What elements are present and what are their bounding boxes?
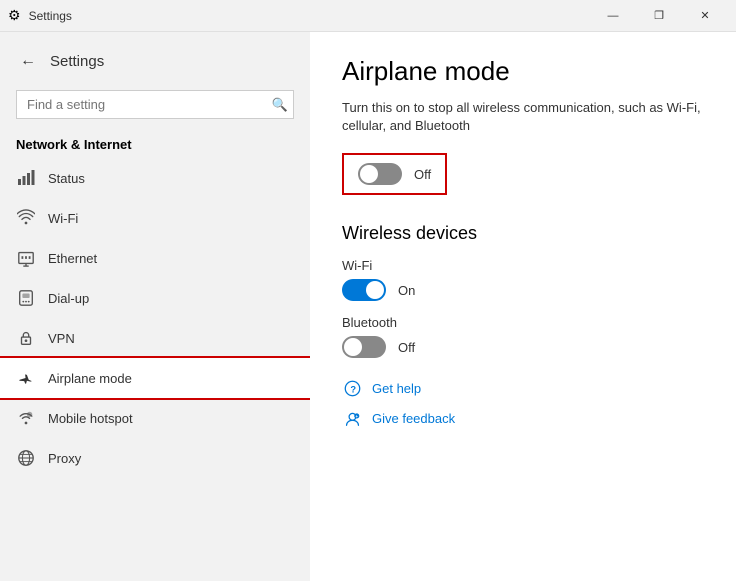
- dialup-label: Dial-up: [48, 291, 89, 306]
- main-content: Airplane mode Turn this on to stop all w…: [310, 32, 736, 581]
- sidebar-item-proxy[interactable]: Proxy: [0, 438, 310, 478]
- wifi-device-label: Wi-Fi: [342, 258, 704, 273]
- airplane-mode-toggle[interactable]: [358, 163, 402, 185]
- wifi-toggle-label: On: [398, 283, 415, 298]
- wifi-label: Wi-Fi: [48, 211, 78, 226]
- airplane-toggle-container: Off: [342, 153, 447, 195]
- sidebar-item-wifi[interactable]: Wi-Fi: [0, 198, 310, 238]
- give-feedback-label: Give feedback: [372, 411, 455, 426]
- airplane-toggle-label: Off: [414, 167, 431, 182]
- get-help-link[interactable]: ? Get help: [342, 378, 704, 398]
- minimize-button[interactable]: —: [590, 0, 636, 32]
- airplane-icon: [16, 368, 36, 388]
- sidebar-item-status[interactable]: Status: [0, 158, 310, 198]
- vpn-icon: [16, 328, 36, 348]
- proxy-label: Proxy: [48, 451, 81, 466]
- title-bar-title: Settings: [29, 9, 72, 23]
- ethernet-label: Ethernet: [48, 251, 97, 266]
- page-description: Turn this on to stop all wireless commun…: [342, 99, 704, 135]
- title-bar: ⚙ Settings — ❐ ✕: [0, 0, 736, 32]
- proxy-icon: [16, 448, 36, 468]
- bluetooth-device-toggle-row: Off: [342, 336, 704, 358]
- close-button[interactable]: ✕: [682, 0, 728, 32]
- bluetooth-toggle[interactable]: [342, 336, 386, 358]
- get-help-icon: ?: [342, 378, 362, 398]
- help-section: ? Get help + Give feedback: [342, 378, 704, 428]
- search-input[interactable]: [16, 90, 294, 119]
- search-icon: 🔍: [272, 97, 288, 112]
- search-container: 🔍: [16, 90, 294, 119]
- sidebar: ← Settings 🔍 Network & Internet Status: [0, 32, 310, 581]
- status-icon: [16, 168, 36, 188]
- search-icon-button[interactable]: 🔍: [272, 97, 288, 113]
- airplane-label: Airplane mode: [48, 371, 132, 386]
- hotspot-label: Mobile hotspot: [48, 411, 133, 426]
- sidebar-item-dialup[interactable]: Dial-up: [0, 278, 310, 318]
- ethernet-icon: [16, 248, 36, 268]
- wifi-device-toggle-row: On: [342, 279, 704, 301]
- get-help-label: Get help: [372, 381, 421, 396]
- wireless-section: Wireless devices Wi-Fi On Bluetooth Off: [342, 223, 704, 358]
- back-button[interactable]: ←: [16, 48, 40, 74]
- bluetooth-toggle-label: Off: [398, 340, 415, 355]
- dialup-icon: [16, 288, 36, 308]
- settings-icon: ⚙: [8, 7, 21, 24]
- bluetooth-device-label: Bluetooth: [342, 315, 704, 330]
- app-content: ← Settings 🔍 Network & Internet Status: [0, 32, 736, 581]
- sidebar-header: ← Settings: [0, 32, 310, 82]
- maximize-button[interactable]: ❐: [636, 0, 682, 32]
- wireless-section-title: Wireless devices: [342, 223, 704, 244]
- sidebar-section-label: Network & Internet: [0, 131, 310, 158]
- sidebar-item-vpn[interactable]: VPN: [0, 318, 310, 358]
- hotspot-icon: [16, 408, 36, 428]
- vpn-label: VPN: [48, 331, 75, 346]
- sidebar-item-ethernet[interactable]: Ethernet: [0, 238, 310, 278]
- title-bar-controls: — ❐ ✕: [590, 0, 728, 32]
- app-title: Settings: [50, 53, 104, 70]
- page-title: Airplane mode: [342, 56, 704, 87]
- wifi-icon: [16, 208, 36, 228]
- status-label: Status: [48, 171, 85, 186]
- sidebar-item-airplane[interactable]: Airplane mode: [0, 358, 310, 398]
- sidebar-item-hotspot[interactable]: Mobile hotspot: [0, 398, 310, 438]
- wifi-toggle[interactable]: [342, 279, 386, 301]
- give-feedback-link[interactable]: + Give feedback: [342, 408, 704, 428]
- svg-text:?: ?: [350, 385, 356, 395]
- title-bar-left: ⚙ Settings: [8, 7, 72, 24]
- give-feedback-icon: +: [342, 408, 362, 428]
